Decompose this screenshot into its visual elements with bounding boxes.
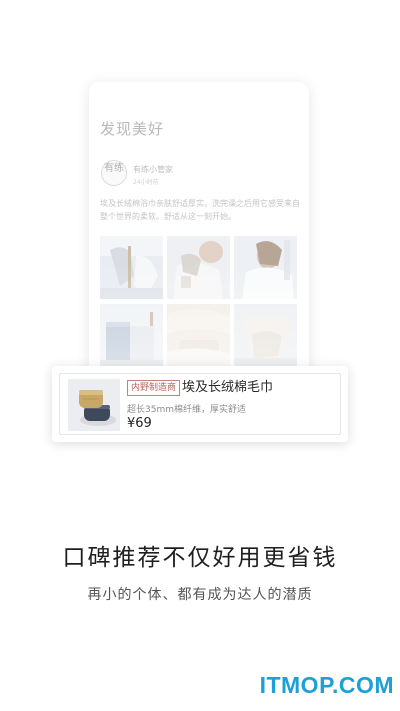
author-name[interactable]: 有练小管家	[133, 164, 173, 175]
photo-towel-fold[interactable]	[234, 304, 297, 367]
photo-woman-towel[interactable]	[167, 236, 230, 299]
maker-badge: 内野制造商	[127, 380, 181, 396]
photo-towel-texture[interactable]	[167, 304, 230, 367]
subheadline: 再小的个体、都有成为达人的潜质	[87, 587, 313, 603]
product-thumbnail[interactable]	[68, 379, 120, 431]
headline: 口碑推荐不仅好用更省钱	[62, 545, 338, 571]
photo-grid	[100, 236, 298, 367]
product-price: ¥69	[127, 416, 152, 431]
product-card-inner: 内野制造商 埃及长绒棉毛巾 超长35mm棉纤维，厚实舒适 ¥69	[59, 373, 341, 435]
product-name[interactable]: 埃及长绒棉毛巾	[182, 380, 273, 396]
photo-folded-towels[interactable]	[100, 304, 163, 367]
photo-woman-hair[interactable]	[234, 236, 297, 299]
product-description: 超长35mm棉纤维，厚实舒适	[127, 405, 246, 415]
product-card[interactable]: 内野制造商 埃及长绒棉毛巾 超长35mm棉纤维，厚实舒适 ¥69	[52, 366, 348, 442]
site-watermark: ITMOP.COM	[259, 672, 394, 698]
phone-preview-card: 发现美好 有练 有练小管家 24小时前 埃及长绒棉浴巾亲肤舒适厚实。洗完澡之后用…	[89, 82, 309, 382]
post-text: 埃及长绒棉浴巾亲肤舒适厚实。洗完澡之后用它感受来自整个世界的柔软。舒适从这一刻开…	[100, 199, 300, 221]
photo-towel-rack[interactable]	[100, 236, 163, 299]
post-time: 24小时前	[133, 179, 159, 186]
discover-title: 发现美好	[100, 120, 165, 138]
avatar[interactable]: 有练	[101, 160, 127, 186]
